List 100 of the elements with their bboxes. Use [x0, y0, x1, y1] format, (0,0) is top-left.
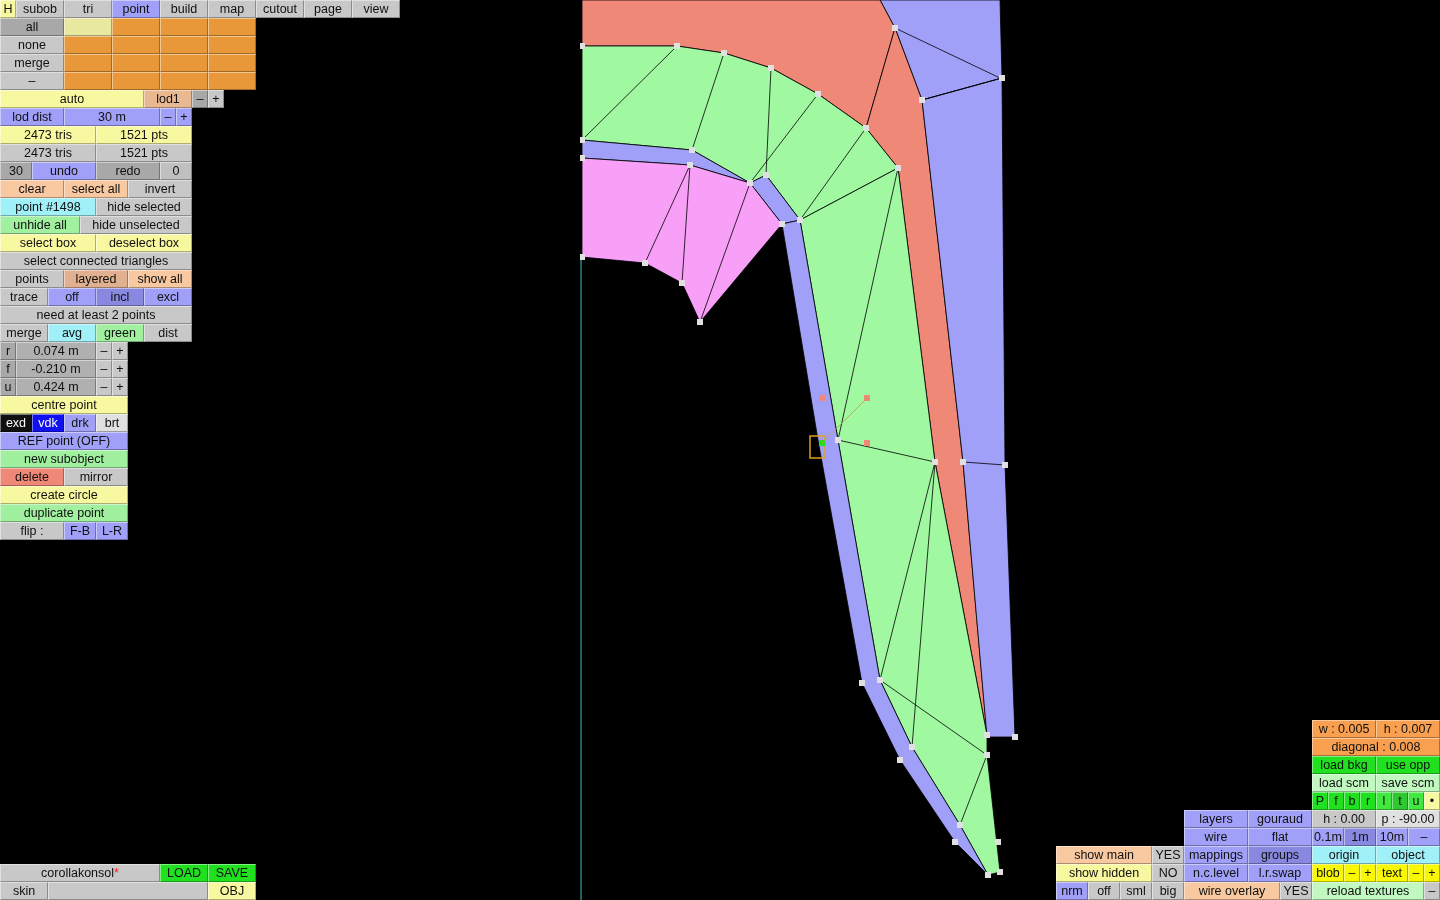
panel-button[interactable]: trace — [0, 288, 48, 306]
panel-button[interactable]: + — [176, 108, 192, 126]
panel-button[interactable]: -0.210 m — [16, 360, 96, 378]
panel-button[interactable]: gouraud — [1248, 810, 1312, 828]
panel-button[interactable]: r — [0, 342, 16, 360]
panel-button[interactable]: select all — [64, 180, 128, 198]
panel-button[interactable]: deselect box — [96, 234, 192, 252]
panel-button[interactable]: h : 0.007 — [1376, 720, 1440, 738]
panel-button[interactable]: none — [0, 36, 64, 54]
panel-button[interactable]: dist — [144, 324, 192, 342]
color-swatch[interactable] — [64, 54, 112, 72]
panel-button[interactable]: f — [1328, 792, 1344, 810]
panel-button[interactable]: + — [1360, 864, 1376, 882]
panel-button[interactable]: origin — [1312, 846, 1376, 864]
panel-button[interactable]: 30 m — [64, 108, 160, 126]
color-swatch[interactable] — [160, 72, 208, 90]
tab[interactable]: page — [304, 0, 352, 18]
panel-button[interactable]: b — [1344, 792, 1360, 810]
panel-button[interactable]: F-B — [64, 522, 96, 540]
h-button[interactable]: H — [0, 0, 16, 18]
color-swatch[interactable] — [160, 36, 208, 54]
panel-button[interactable]: l.r.swap — [1248, 864, 1312, 882]
tab[interactable]: tri — [64, 0, 112, 18]
panel-button[interactable]: – — [1344, 864, 1360, 882]
tab[interactable]: subob — [16, 0, 64, 18]
panel-button[interactable]: + — [112, 378, 128, 396]
panel-button[interactable]: LOAD — [160, 864, 208, 882]
panel-button[interactable]: vdk — [32, 414, 64, 432]
panel-button[interactable]: L-R — [96, 522, 128, 540]
color-swatch[interactable] — [64, 72, 112, 90]
panel-button[interactable]: undo — [32, 162, 96, 180]
panel-button[interactable]: wire overlay — [1184, 882, 1280, 900]
panel-button[interactable]: off — [1088, 882, 1120, 900]
panel-button[interactable]: u — [1408, 792, 1424, 810]
color-swatch[interactable] — [208, 36, 256, 54]
panel-button[interactable]: groups — [1248, 846, 1312, 864]
panel-button[interactable]: merge — [0, 54, 64, 72]
panel-button[interactable]: object — [1376, 846, 1440, 864]
panel-button[interactable]: 2473 tris — [0, 126, 96, 144]
panel-button[interactable]: 1521 pts — [96, 126, 192, 144]
panel-button[interactable]: + — [1424, 864, 1440, 882]
panel-button[interactable]: mappings — [1184, 846, 1248, 864]
color-swatch[interactable] — [64, 36, 112, 54]
color-swatch[interactable] — [208, 18, 256, 36]
panel-button[interactable]: f — [0, 360, 16, 378]
panel-button[interactable]: points — [0, 270, 64, 288]
panel-button[interactable]: invert — [128, 180, 192, 198]
panel-button[interactable]: mirror — [64, 468, 128, 486]
panel-button[interactable]: select connected triangles — [0, 252, 192, 270]
panel-button[interactable]: lod1 — [144, 90, 192, 108]
panel-button[interactable]: load scm — [1312, 774, 1376, 792]
panel-button[interactable]: excl — [144, 288, 192, 306]
tab[interactable]: cutout — [256, 0, 304, 18]
panel-button[interactable]: • — [1424, 792, 1440, 810]
panel-button[interactable]: off — [48, 288, 96, 306]
panel-button[interactable]: OBJ — [208, 882, 256, 900]
panel-button[interactable]: h : 0.00 — [1312, 810, 1376, 828]
panel-button[interactable]: skin — [0, 882, 48, 900]
panel-button[interactable]: centre point — [0, 396, 128, 414]
panel-button[interactable]: delete — [0, 468, 64, 486]
color-swatch[interactable] — [112, 36, 160, 54]
panel-button[interactable]: – — [192, 90, 208, 108]
panel-button[interactable]: use opp — [1376, 756, 1440, 774]
color-swatch[interactable] — [208, 54, 256, 72]
panel-button[interactable]: 0 — [160, 162, 192, 180]
tab[interactable]: build — [160, 0, 208, 18]
panel-button[interactable]: – — [160, 108, 176, 126]
panel-button[interactable]: – — [1408, 864, 1424, 882]
color-swatch[interactable] — [160, 18, 208, 36]
panel-button[interactable]: all — [0, 18, 64, 36]
panel-button[interactable]: big — [1152, 882, 1184, 900]
panel-button[interactable]: l — [1376, 792, 1392, 810]
color-swatch[interactable] — [208, 72, 256, 90]
panel-button[interactable]: + — [112, 360, 128, 378]
panel-button[interactable]: text — [1376, 864, 1408, 882]
panel-button[interactable]: u — [0, 378, 16, 396]
panel-button[interactable]: show main — [1056, 846, 1152, 864]
panel-button[interactable]: create circle — [0, 486, 128, 504]
panel-button[interactable]: n.c.level — [1184, 864, 1248, 882]
color-swatch[interactable] — [112, 54, 160, 72]
panel-button[interactable]: 1521 pts — [96, 144, 192, 162]
panel-button[interactable]: flip : — [0, 522, 64, 540]
panel-button[interactable]: duplicate point — [0, 504, 128, 522]
input-field[interactable] — [48, 882, 208, 900]
panel-button[interactable]: + — [112, 342, 128, 360]
panel-button[interactable]: wire — [1184, 828, 1248, 846]
panel-button[interactable]: need at least 2 points — [0, 306, 192, 324]
panel-button[interactable]: hide unselected — [80, 216, 192, 234]
panel-button[interactable]: lod dist — [0, 108, 64, 126]
panel-button[interactable]: YES — [1152, 846, 1184, 864]
panel-button[interactable]: REF point (OFF) — [0, 432, 128, 450]
panel-button[interactable]: layered — [64, 270, 128, 288]
panel-button[interactable]: – — [1408, 828, 1440, 846]
panel-button[interactable]: reload textures — [1312, 882, 1424, 900]
panel-button[interactable]: clear — [0, 180, 64, 198]
panel-button[interactable]: show hidden — [1056, 864, 1152, 882]
tab[interactable]: map — [208, 0, 256, 18]
panel-button[interactable]: show all — [128, 270, 192, 288]
panel-button[interactable]: r — [1360, 792, 1376, 810]
panel-button[interactable]: sml — [1120, 882, 1152, 900]
